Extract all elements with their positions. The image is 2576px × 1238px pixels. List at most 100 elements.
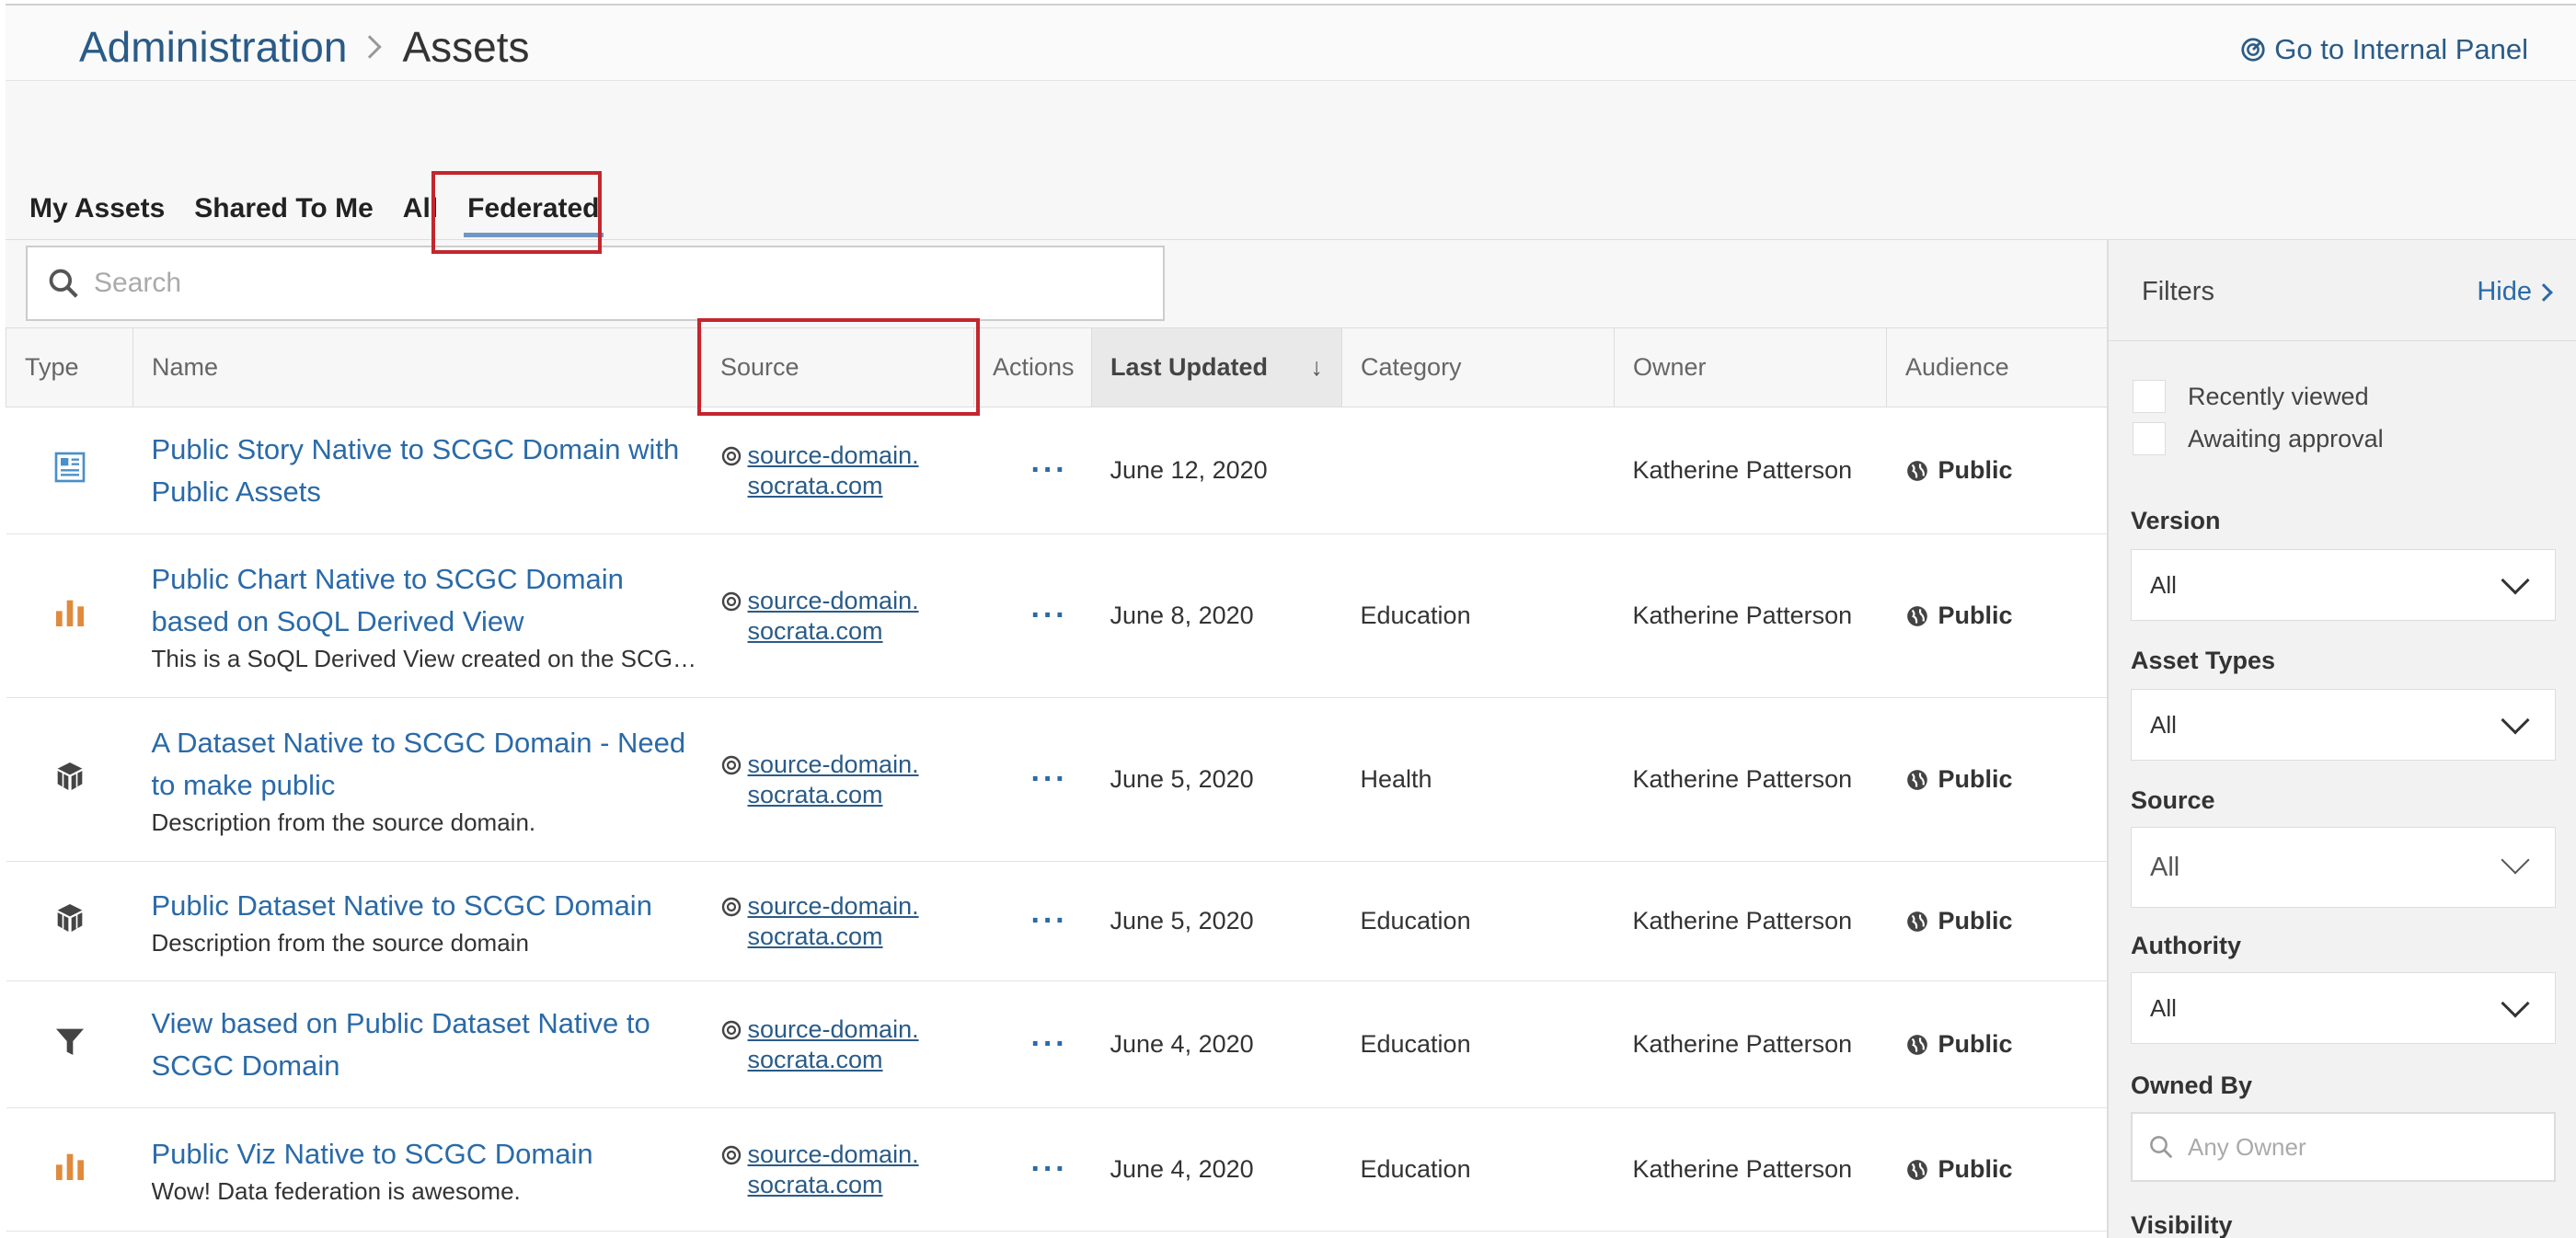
audience-cell: Public	[1886, 533, 2108, 698]
internal-panel-link[interactable]: Go to Internal Panel	[2239, 33, 2528, 66]
actions-cell: ···	[973, 407, 1092, 534]
federation-icon	[721, 591, 741, 611]
story-icon	[52, 452, 88, 491]
name-cell: Public Chart Native to SCGC Domain based…	[132, 533, 702, 698]
type-cell	[6, 1107, 133, 1232]
checkbox-box[interactable]	[2133, 422, 2166, 455]
last-updated-cell: June 4, 2020	[1091, 1107, 1342, 1232]
type-cell	[6, 407, 133, 534]
table-row[interactable]: Public Story Native to SCGC Domain with …	[6, 407, 2108, 534]
col-category[interactable]: Category	[1341, 327, 1615, 407]
breadcrumb: Administration Assets	[79, 22, 530, 72]
source-filter-select[interactable]: All	[2131, 827, 2556, 908]
source-domain-line2: socrata.com	[747, 616, 883, 645]
audience-label: Public	[1938, 456, 2013, 484]
source-domain-line1: source-domain.	[747, 1140, 919, 1168]
table-header: Type Name Source Actions Last Updated ↓ C…	[6, 327, 2108, 407]
owner-cell: Katherine Patterson	[1614, 533, 1887, 698]
asset-title-link[interactable]: View based on Public Dataset Native to S…	[152, 1003, 702, 1087]
awaiting-approval-checkbox[interactable]: Awaiting approval	[2133, 422, 2384, 455]
source-cell: source-domain. socrata.com	[701, 697, 974, 862]
checkbox-box[interactable]	[2133, 380, 2166, 413]
source-domain-link[interactable]: source-domain. socrata.com	[748, 891, 919, 952]
asset-types-select[interactable]: All	[2131, 689, 2556, 761]
more-actions-icon[interactable]: ···	[993, 762, 1068, 797]
source-domain-line1: source-domain.	[747, 891, 919, 920]
tab-my-assets[interactable]: My Assets	[29, 193, 165, 224]
source-domain-line1: source-domain.	[747, 1014, 919, 1043]
audience-cell: Public	[1886, 861, 2108, 981]
col-name[interactable]: Name	[132, 327, 702, 407]
highlight-federated-tab	[431, 171, 602, 254]
last-updated-cell: June 5, 2020	[1091, 697, 1342, 862]
audience-label: Public	[1938, 765, 2013, 793]
asset-title-link[interactable]: Public Dataset Native to SCGC Domain	[152, 885, 702, 927]
source-domain-link[interactable]: source-domain. socrata.com	[748, 1140, 919, 1200]
chevron-right-icon	[358, 35, 383, 59]
federation-icon	[721, 446, 741, 465]
table-row[interactable]: View based on Public Dataset Native to S…	[6, 980, 2108, 1108]
search-icon	[49, 269, 78, 298]
table-row[interactable]: Public Dataset Native to SCGC Domain Desc…	[6, 861, 2108, 981]
federation-icon	[721, 755, 741, 774]
filters-header: Filters Hide	[2109, 240, 2576, 341]
hide-filters-label: Hide	[2477, 277, 2532, 306]
asset-title-link[interactable]: A Dataset Native to SCGC Domain - Need t…	[152, 722, 702, 807]
col-last-updated[interactable]: Last Updated ↓	[1091, 327, 1342, 407]
internal-panel-label: Go to Internal Panel	[2274, 33, 2528, 65]
version-select[interactable]: All	[2131, 549, 2556, 621]
source-cell: source-domain. socrata.com	[701, 1107, 974, 1232]
asset-title-link[interactable]: Public Viz Native to SCGC Domain	[152, 1133, 702, 1175]
search-box	[26, 246, 1165, 321]
type-cell	[6, 861, 133, 981]
audience-label: Public	[1938, 1030, 2013, 1058]
globe-icon	[1906, 1159, 1927, 1180]
recently-viewed-checkbox[interactable]: Recently viewed	[2133, 380, 2369, 413]
source-domain-link[interactable]: source-domain. socrata.com	[748, 441, 919, 501]
source-domain-link[interactable]: source-domain. socrata.com	[748, 586, 919, 647]
owned-by-label: Owned By	[2131, 1072, 2253, 1099]
tab-shared-to-me[interactable]: Shared To Me	[194, 193, 373, 224]
more-actions-icon[interactable]: ···	[993, 903, 1068, 938]
actions-cell: ···	[973, 980, 1092, 1108]
table-row[interactable]: Public Viz Native to SCGC Domain Wow! Dat…	[6, 1107, 2108, 1232]
breadcrumb-administration[interactable]: Administration	[79, 22, 347, 72]
more-actions-icon[interactable]: ···	[993, 453, 1068, 487]
asset-title-link[interactable]: Public Chart Native to SCGC Domain based…	[152, 558, 702, 643]
owner-cell: Katherine Patterson	[1614, 407, 1887, 534]
asset-description: Wow! Data federation is awesome.	[151, 1177, 521, 1205]
source-domain-link[interactable]: source-domain. socrata.com	[748, 1014, 919, 1075]
source-cell: source-domain. socrata.com	[701, 533, 974, 698]
audience-label: Public	[1938, 602, 2013, 629]
hide-filters-button[interactable]: Hide	[2477, 277, 2553, 307]
search-input[interactable]	[94, 268, 1106, 299]
chevron-down-icon	[2501, 566, 2530, 595]
filter-icon	[52, 1028, 88, 1065]
more-actions-icon[interactable]: ···	[993, 1152, 1068, 1186]
table-row[interactable]: A Dataset Native to SCGC Domain - Need t…	[6, 697, 2108, 862]
authority-value: All	[2150, 993, 2177, 1022]
col-owner[interactable]: Owner	[1614, 327, 1887, 407]
source-domain-link[interactable]: source-domain. socrata.com	[748, 750, 919, 810]
actions-cell: ···	[973, 1107, 1092, 1232]
authority-select[interactable]: All	[2131, 972, 2556, 1044]
owner-cell: Katherine Patterson	[1614, 980, 1887, 1108]
last-updated-cell: June 5, 2020	[1091, 861, 1342, 981]
category-cell: Education	[1341, 533, 1615, 698]
more-actions-icon[interactable]: ···	[993, 598, 1068, 633]
version-value: All	[2150, 570, 2177, 599]
actions-cell: ···	[973, 533, 1092, 698]
filters-title: Filters	[2142, 277, 2214, 306]
sort-down-icon: ↓	[1310, 353, 1324, 381]
table-row[interactable]: Public Chart Native to SCGC Domain based…	[6, 533, 2108, 698]
col-audience[interactable]: Audience	[1886, 327, 2108, 407]
more-actions-icon[interactable]: ···	[993, 1026, 1068, 1061]
owned-by-input[interactable]	[2188, 1132, 2537, 1162]
audience-cell: Public	[1886, 980, 2108, 1108]
last-updated-cell: June 12, 2020	[1091, 407, 1342, 534]
chevron-down-icon	[2501, 989, 2530, 1018]
source-domain-line1: source-domain.	[747, 586, 919, 614]
bar-chart-icon	[52, 600, 88, 636]
asset-title-link[interactable]: Public Story Native to SCGC Domain with …	[152, 429, 702, 513]
top-bar: Administration Assets Go to Internal Pan…	[6, 4, 2576, 81]
